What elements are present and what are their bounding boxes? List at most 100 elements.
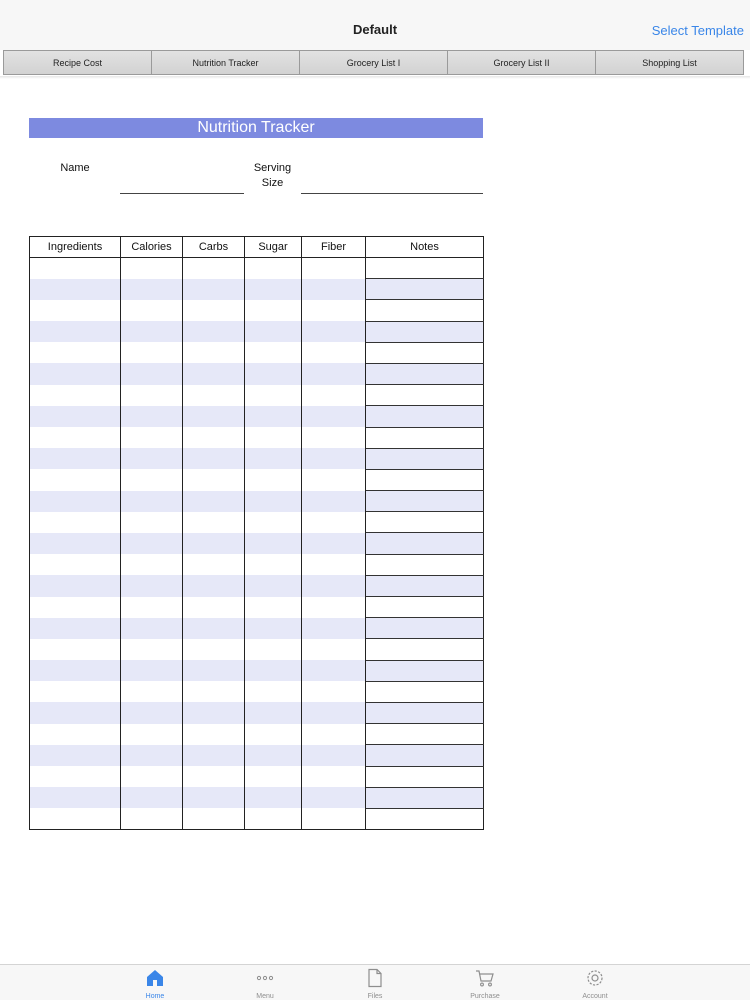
cell-ingredients[interactable] bbox=[29, 596, 121, 618]
cell-notes[interactable] bbox=[365, 341, 484, 364]
cell-calories[interactable] bbox=[120, 427, 183, 449]
cell-ingredients[interactable] bbox=[29, 511, 121, 533]
cell-notes[interactable] bbox=[365, 320, 484, 343]
cell-notes[interactable] bbox=[365, 765, 484, 788]
cell-carbs[interactable] bbox=[182, 384, 245, 406]
cell-calories[interactable] bbox=[120, 723, 183, 745]
cell-fiber[interactable] bbox=[301, 681, 366, 703]
cell-notes[interactable] bbox=[365, 362, 484, 386]
cell-notes[interactable] bbox=[365, 553, 484, 576]
cell-carbs[interactable] bbox=[182, 469, 245, 491]
cell-calories[interactable] bbox=[120, 469, 183, 491]
cell-ingredients[interactable] bbox=[29, 490, 121, 512]
cell-sugar[interactable] bbox=[244, 723, 302, 745]
cell-carbs[interactable] bbox=[182, 532, 245, 555]
cell-sugar[interactable] bbox=[244, 702, 302, 724]
cell-notes[interactable] bbox=[365, 278, 484, 301]
cell-carbs[interactable] bbox=[182, 342, 245, 364]
cell-sugar[interactable] bbox=[244, 321, 302, 343]
cell-notes[interactable] bbox=[365, 638, 484, 661]
cell-carbs[interactable] bbox=[182, 787, 245, 809]
cell-sugar[interactable] bbox=[244, 257, 302, 279]
cell-calories[interactable] bbox=[120, 511, 183, 533]
cell-sugar[interactable] bbox=[244, 681, 302, 703]
cell-ingredients[interactable] bbox=[29, 638, 121, 661]
cell-fiber[interactable] bbox=[301, 427, 366, 449]
cell-notes[interactable] bbox=[365, 617, 484, 640]
cell-fiber[interactable] bbox=[301, 744, 366, 766]
cell-calories[interactable] bbox=[120, 384, 183, 406]
cell-carbs[interactable] bbox=[182, 638, 245, 661]
cell-notes[interactable] bbox=[365, 574, 484, 598]
cell-carbs[interactable] bbox=[182, 554, 245, 576]
cell-ingredients[interactable] bbox=[29, 702, 121, 724]
tabbar-menu[interactable]: Menu bbox=[235, 968, 295, 1000]
cell-calories[interactable] bbox=[120, 363, 183, 385]
tabbar-files[interactable]: Files bbox=[345, 968, 405, 1000]
cell-carbs[interactable] bbox=[182, 448, 245, 470]
cell-sugar[interactable] bbox=[244, 278, 302, 300]
cell-ingredients[interactable] bbox=[29, 342, 121, 364]
cell-ingredients[interactable] bbox=[29, 723, 121, 745]
cell-sugar[interactable] bbox=[244, 299, 302, 322]
cell-carbs[interactable] bbox=[182, 575, 245, 597]
tab-shopping-list[interactable]: Shopping List bbox=[595, 51, 743, 74]
cell-notes[interactable] bbox=[365, 532, 484, 555]
tabbar-purchase[interactable]: Purchase bbox=[455, 968, 515, 1000]
cell-calories[interactable] bbox=[120, 321, 183, 343]
cell-sugar[interactable] bbox=[244, 575, 302, 597]
cell-calories[interactable] bbox=[120, 638, 183, 661]
cell-sugar[interactable] bbox=[244, 596, 302, 618]
cell-ingredients[interactable] bbox=[29, 554, 121, 576]
cell-carbs[interactable] bbox=[182, 321, 245, 343]
cell-ingredients[interactable] bbox=[29, 278, 121, 300]
cell-notes[interactable] bbox=[365, 723, 484, 746]
cell-notes[interactable] bbox=[365, 384, 484, 407]
cell-carbs[interactable] bbox=[182, 363, 245, 385]
tabbar-account[interactable]: Account bbox=[565, 968, 625, 1000]
cell-notes[interactable] bbox=[365, 256, 484, 280]
cell-notes[interactable] bbox=[365, 595, 484, 619]
cell-calories[interactable] bbox=[120, 257, 183, 279]
cell-fiber[interactable] bbox=[301, 321, 366, 343]
cell-notes[interactable] bbox=[365, 468, 484, 492]
tab-grocery-list-i[interactable]: Grocery List I bbox=[299, 51, 447, 74]
cell-calories[interactable] bbox=[120, 448, 183, 470]
cell-fiber[interactable] bbox=[301, 617, 366, 639]
cell-calories[interactable] bbox=[120, 744, 183, 766]
cell-carbs[interactable] bbox=[182, 702, 245, 724]
cell-ingredients[interactable] bbox=[29, 766, 121, 788]
cell-sugar[interactable] bbox=[244, 490, 302, 512]
cell-ingredients[interactable] bbox=[29, 575, 121, 597]
cell-carbs[interactable] bbox=[182, 617, 245, 639]
cell-calories[interactable] bbox=[120, 808, 183, 831]
cell-carbs[interactable] bbox=[182, 660, 245, 682]
cell-fiber[interactable] bbox=[301, 469, 366, 491]
cell-fiber[interactable] bbox=[301, 575, 366, 597]
cell-ingredients[interactable] bbox=[29, 617, 121, 639]
select-template-button[interactable]: Select Template bbox=[652, 23, 744, 38]
cell-calories[interactable] bbox=[120, 617, 183, 639]
cell-ingredients[interactable] bbox=[29, 363, 121, 385]
cell-fiber[interactable] bbox=[301, 766, 366, 788]
cell-fiber[interactable] bbox=[301, 490, 366, 512]
cell-calories[interactable] bbox=[120, 342, 183, 364]
cell-fiber[interactable] bbox=[301, 257, 366, 279]
cell-calories[interactable] bbox=[120, 299, 183, 322]
cell-sugar[interactable] bbox=[244, 363, 302, 385]
cell-calories[interactable] bbox=[120, 575, 183, 597]
cell-carbs[interactable] bbox=[182, 596, 245, 618]
cell-ingredients[interactable] bbox=[29, 660, 121, 682]
tabbar-home[interactable]: Home bbox=[125, 968, 185, 1000]
cell-notes[interactable] bbox=[365, 405, 484, 428]
cell-fiber[interactable] bbox=[301, 511, 366, 533]
cell-sugar[interactable] bbox=[244, 469, 302, 491]
cell-fiber[interactable] bbox=[301, 808, 366, 831]
cell-fiber[interactable] bbox=[301, 596, 366, 618]
cell-fiber[interactable] bbox=[301, 448, 366, 470]
cell-sugar[interactable] bbox=[244, 448, 302, 470]
cell-sugar[interactable] bbox=[244, 342, 302, 364]
cell-fiber[interactable] bbox=[301, 299, 366, 322]
cell-sugar[interactable] bbox=[244, 384, 302, 406]
cell-notes[interactable] bbox=[365, 426, 484, 449]
